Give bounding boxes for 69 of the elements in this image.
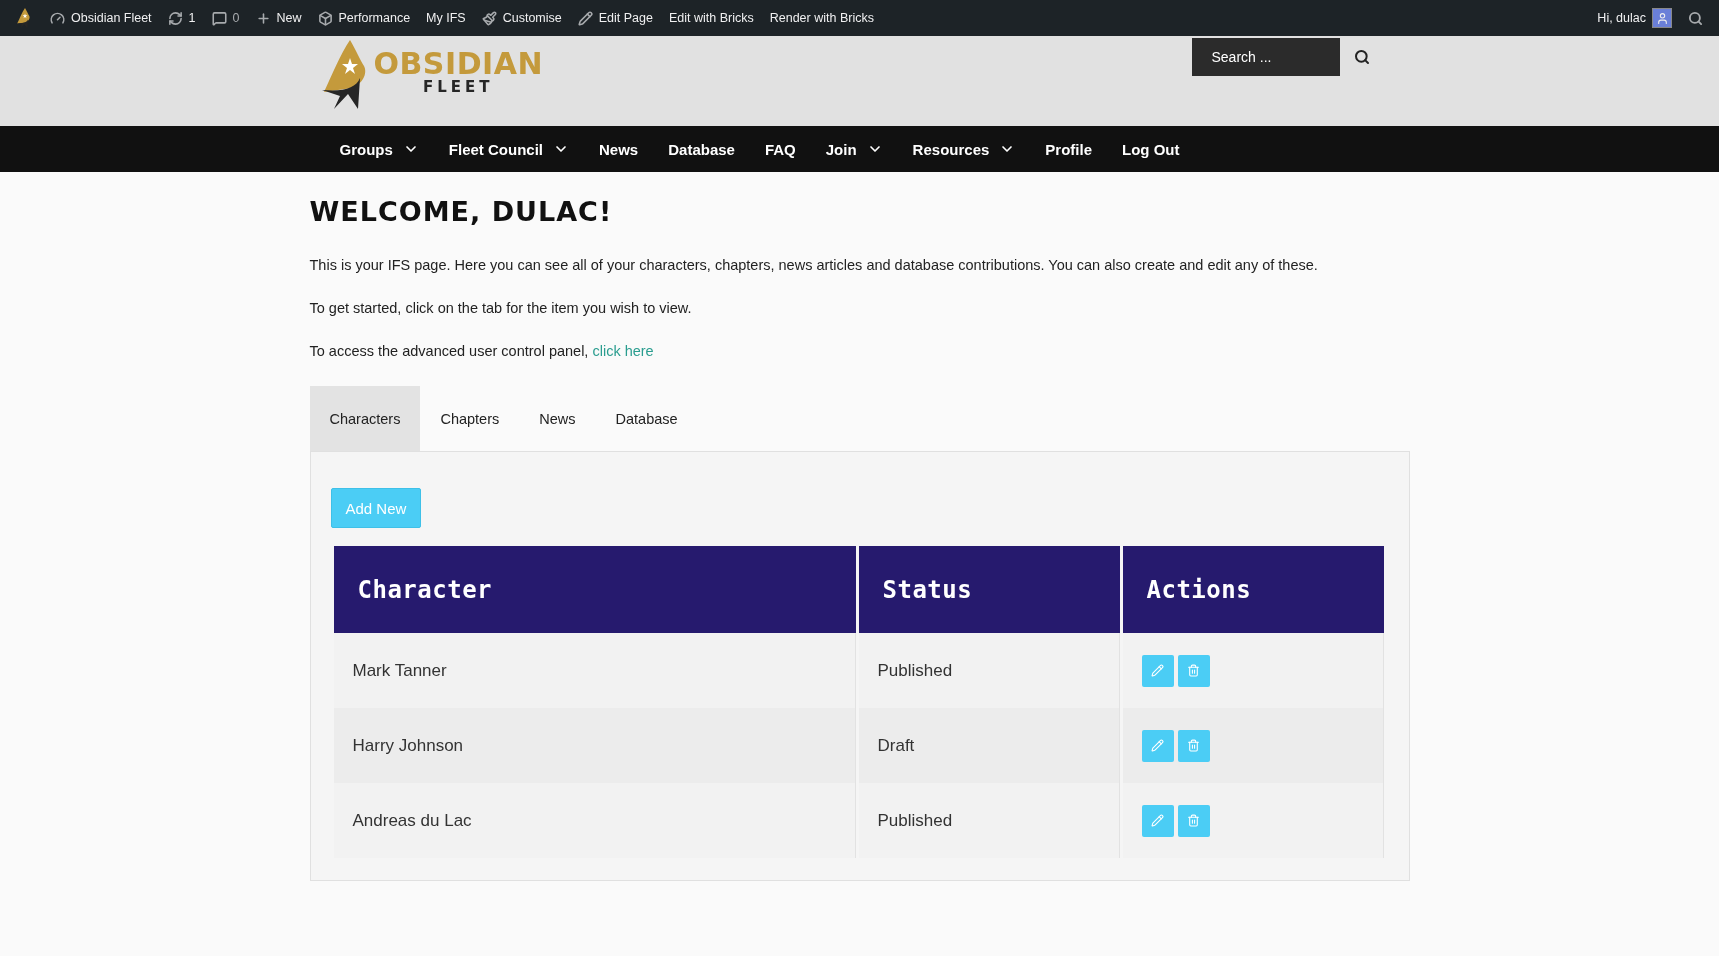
admin-bar-link[interactable]: Performance [309,0,419,36]
logo-title: OBSIDIAN [373,48,544,79]
refresh-icon [167,10,183,26]
nav-link[interactable]: News [599,140,639,158]
delete-button[interactable] [1177,654,1210,687]
trash-icon [1187,739,1200,752]
avatar-icon [1652,8,1672,28]
admin-bar-link[interactable]: Customise [473,0,570,36]
nav-link[interactable]: FAQ [764,140,796,158]
box-icon [317,10,333,26]
admin-bar-link[interactable]: 0 [203,0,248,36]
admin-bar-label: Render with Bricks [769,11,874,25]
pencil-icon [1151,664,1164,677]
tab[interactable]: Database [595,386,698,451]
nav-link[interactable]: Resources [912,140,1016,158]
nav-link[interactable]: Fleet Council [448,140,570,158]
nav-link[interactable]: Log Out [1122,140,1180,158]
table-cell: Harry Johnson [333,708,856,783]
pencil-icon [1151,739,1164,752]
account-link[interactable]: Hi, dulac [1589,0,1680,36]
delete-button[interactable] [1177,804,1210,837]
nav-link[interactable]: Join [825,140,883,158]
nav-link[interactable]: Database [668,140,735,158]
search-field[interactable]: Search ... [1191,38,1340,76]
column-header: Character [333,546,856,633]
admin-bar-link[interactable]: New [247,0,310,36]
brush-icon [481,10,497,26]
edit-button[interactable] [1141,654,1174,687]
admin-bar-label: 1 [188,11,196,25]
search-icon [1688,10,1703,26]
plus-icon [255,10,271,26]
pencil-icon [577,10,593,26]
gauge-icon [50,10,65,26]
admin-bar-label: Edit Page [598,11,653,25]
panel-text: To access the advanced user control panel, click here [309,343,655,359]
admin-bar-label: Edit with Bricks [668,11,754,25]
admin-bar-link[interactable]: Edit with Bricks [660,0,762,36]
trash-icon [1187,814,1200,827]
comment-icon [211,10,227,26]
hint-text: To get started, click on the tab for the item you wish to view. [309,300,693,316]
admin-bar-label: Obsidian Fleet [71,11,152,25]
trash-icon [1187,664,1200,677]
admin-bar-label: Performance [338,11,411,25]
edit-button[interactable] [1141,729,1174,762]
logo-subtitle: FLEET [423,78,494,95]
delete-button[interactable] [1177,729,1210,762]
intro-text: This is your IFS page. Here you can see all of your characters, chapters, news articles and database contributions. You can also create and edit any of these. [309,257,1319,273]
admin-bar-label: New [276,11,302,25]
table-cell: Draft [858,708,1120,783]
admin-bar-label: My IFS [426,11,466,25]
admin-bar-link[interactable]: My IFS [418,0,474,36]
admin-bar-link[interactable]: Render with Bricks [761,0,882,36]
page-title: WELCOME, DULAC! [309,196,614,227]
admin-bar-label: 0 [232,11,240,25]
column-header: Status [858,546,1120,633]
greeting: Hi, dulac [1597,11,1646,25]
tab[interactable]: Characters [309,386,421,451]
admin-bar-link[interactable]: Edit Page [569,0,661,36]
tab[interactable]: Chapters [420,386,520,451]
admin-bar-link[interactable]: Obsidian Fleet [42,0,160,36]
tab[interactable]: News [519,386,596,451]
nav-link[interactable]: Profile [1045,140,1092,158]
column-header: Actions [1122,546,1384,633]
admin-bar-link[interactable]: 1 [159,0,204,36]
search-icon[interactable] [1353,49,1370,65]
nav-link[interactable]: Groups [339,140,419,158]
pencil-icon [1151,814,1164,827]
admin-bar-label: Customise [502,11,562,25]
edit-button[interactable] [1141,804,1174,837]
